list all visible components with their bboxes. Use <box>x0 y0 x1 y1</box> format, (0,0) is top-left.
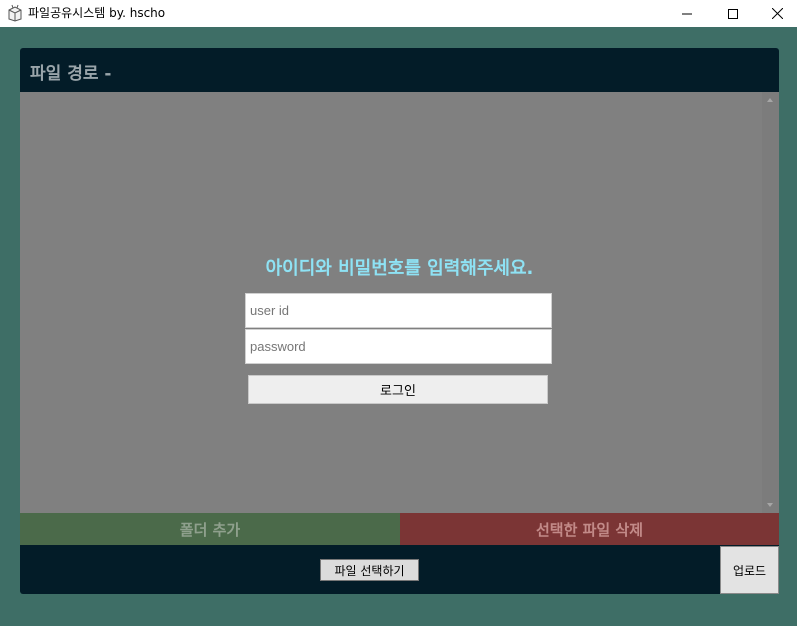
file-path-bar: 파일 경로 - <box>20 48 779 92</box>
user-id-input[interactable] <box>245 293 552 328</box>
main-panel: 파일 경로 - 아이디와 비밀번호를 입력해주세요. 로그인 폴더 추가 선택한… <box>20 48 779 594</box>
box-app-icon <box>7 4 23 22</box>
window-title: 파일공유시스템 by. hscho <box>28 6 166 20</box>
close-icon[interactable] <box>754 0 797 27</box>
minimize-icon[interactable] <box>664 0 710 27</box>
scroll-up-arrow-icon[interactable] <box>767 98 773 102</box>
scroll-down-arrow-icon[interactable] <box>767 503 773 507</box>
upload-button[interactable]: 업로드 <box>720 546 779 594</box>
login-button[interactable]: 로그인 <box>248 375 548 404</box>
maximize-icon[interactable] <box>710 0 756 27</box>
password-input[interactable] <box>245 329 552 364</box>
delete-selected-files-button[interactable]: 선택한 파일 삭제 <box>400 513 779 545</box>
window-titlebar: 파일공유시스템 by. hscho <box>0 0 797 27</box>
add-folder-label: 폴더 추가 <box>179 520 241 539</box>
choose-file-button[interactable]: 파일 선택하기 <box>320 559 419 581</box>
login-prompt: 아이디와 비밀번호를 입력해주세요. <box>265 258 534 279</box>
add-folder-button[interactable]: 폴더 추가 <box>20 513 400 545</box>
file-list-area: 아이디와 비밀번호를 입력해주세요. 로그인 <box>20 92 779 513</box>
delete-selected-label: 선택한 파일 삭제 <box>535 520 644 539</box>
vertical-scrollbar[interactable] <box>762 92 779 513</box>
file-path-label: 파일 경로 - <box>30 64 112 84</box>
